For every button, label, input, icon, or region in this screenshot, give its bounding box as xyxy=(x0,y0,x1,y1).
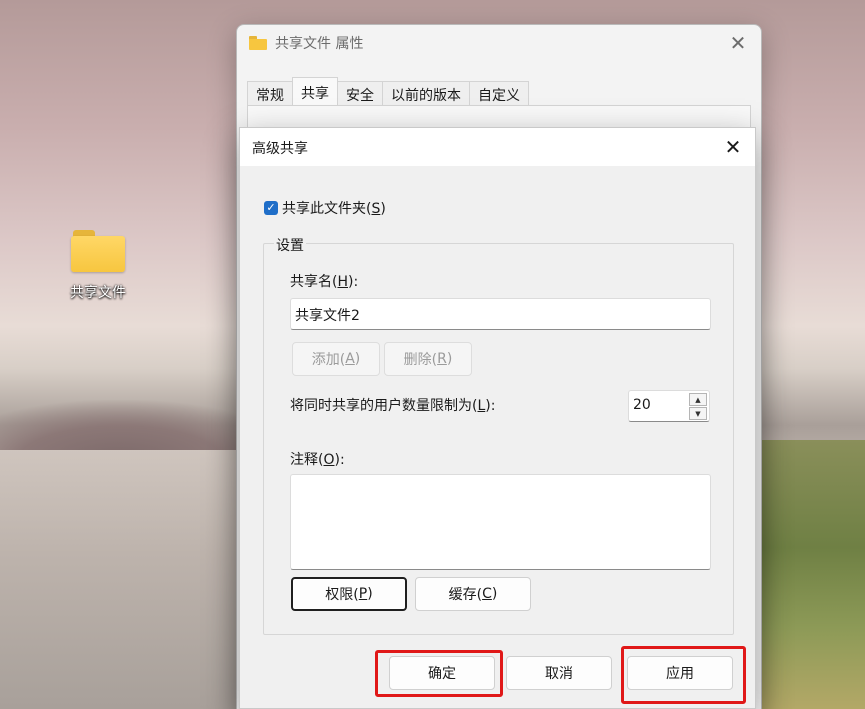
dialog-titlebar: 高级共享 ✕ xyxy=(240,128,755,166)
cancel-button[interactable]: 取消 xyxy=(506,656,612,690)
tab-sharing[interactable]: 共享 xyxy=(292,77,338,107)
properties-close-button[interactable]: ✕ xyxy=(725,31,751,55)
desktop-shore xyxy=(760,440,865,709)
remove-button[interactable]: 删除(R) xyxy=(384,342,472,376)
add-button[interactable]: 添加(A) xyxy=(292,342,380,376)
properties-titlebar: 共享文件 属性 xyxy=(249,33,363,53)
permissions-button[interactable]: 权限(P) xyxy=(291,577,407,611)
properties-title: 共享文件 属性 xyxy=(275,36,364,52)
folder-icon xyxy=(249,36,267,50)
apply-button[interactable]: 应用 xyxy=(627,656,733,690)
spin-down-icon[interactable]: ▼ xyxy=(689,407,707,420)
caching-button[interactable]: 缓存(C) xyxy=(415,577,531,611)
share-name-input[interactable]: 共享文件2 xyxy=(290,298,711,330)
spin-up-icon[interactable]: ▲ xyxy=(689,393,707,406)
dialog-close-button[interactable]: ✕ xyxy=(719,134,747,160)
share-folder-label: 共享此文件夹(S) xyxy=(282,201,386,217)
comments-textarea[interactable] xyxy=(290,474,711,570)
user-limit-stepper[interactable]: 20 ▲ ▼ xyxy=(628,390,710,422)
tab-customize[interactable]: 自定义 xyxy=(469,81,529,107)
dialog-title: 高级共享 xyxy=(252,141,308,157)
comments-label: 注释(O): xyxy=(290,452,345,468)
tab-previous-versions[interactable]: 以前的版本 xyxy=(382,81,470,107)
settings-group-title: 设置 xyxy=(274,235,306,255)
user-limit-label: 将同时共享的用户数量限制为(L): xyxy=(290,398,496,414)
advanced-sharing-dialog: 高级共享 ✕ ✓ 共享此文件夹(S) 设置 共享名(H): 共享文件2 添加(A… xyxy=(239,127,756,709)
share-name-label: 共享名(H): xyxy=(290,274,359,290)
settings-group: 设置 共享名(H): 共享文件2 添加(A) 删除(R) 将同时共享的用户数量限… xyxy=(263,235,734,635)
tab-general[interactable]: 常规 xyxy=(247,81,293,107)
tab-security[interactable]: 安全 xyxy=(337,81,383,107)
user-limit-value[interactable]: 20 xyxy=(633,397,651,413)
checkmark-icon[interactable]: ✓ xyxy=(264,201,278,215)
desktop-folder-label: 共享文件 xyxy=(70,285,126,301)
folder-icon xyxy=(71,226,125,272)
desktop-folder-shortcut[interactable]: 共享文件 xyxy=(56,226,140,302)
share-folder-checkbox[interactable]: ✓ 共享此文件夹(S) xyxy=(264,198,386,218)
properties-tabs: 常规 共享 安全 以前的版本 自定义 xyxy=(247,77,529,107)
ok-button[interactable]: 确定 xyxy=(389,656,495,690)
